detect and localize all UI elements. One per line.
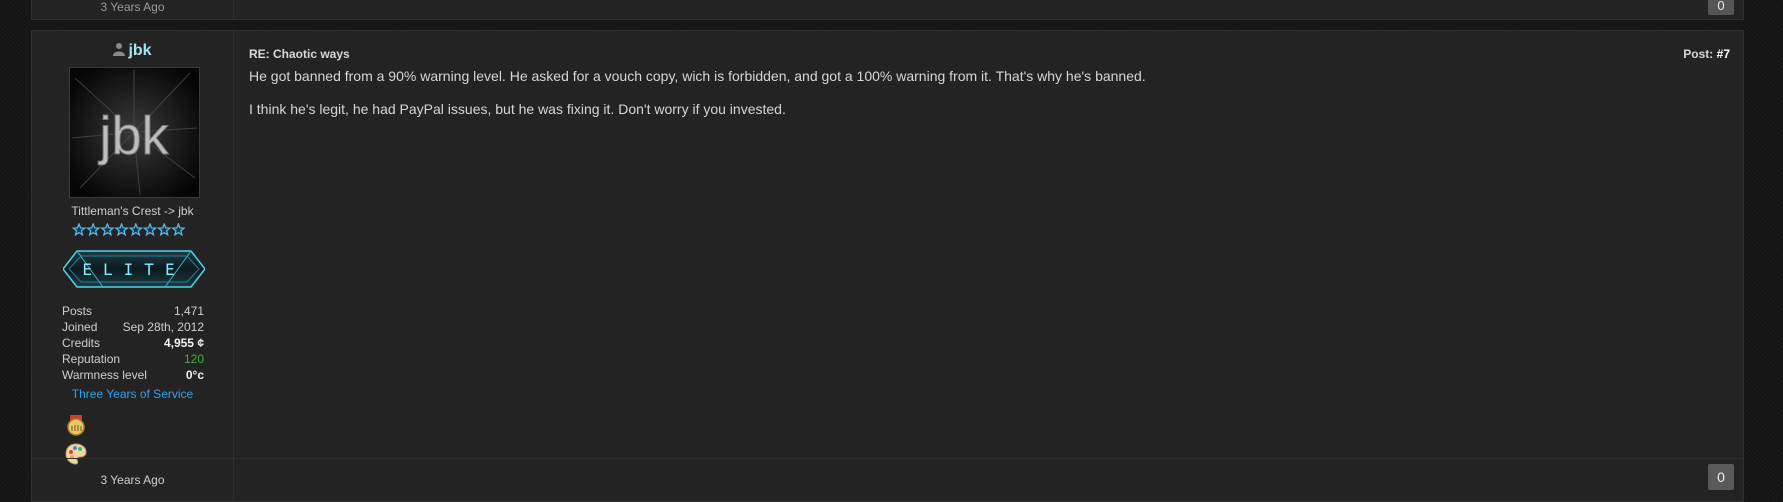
star-icon — [156, 223, 172, 237]
stat-joined: Joined Sep 28th, 2012 — [62, 320, 204, 334]
stat-posts: Posts 1,471 — [62, 304, 204, 318]
stat-credits: Credits 4,955 ¢ — [62, 336, 204, 350]
username-line[interactable]: jbk — [32, 42, 233, 60]
post-footer: 3 Years Ago 0 — [32, 458, 1743, 502]
star-icon — [114, 223, 130, 237]
previous-post-time: 3 Years Ago — [100, 0, 165, 14]
post-content: RE: Chaotic ways Post: #7 He got banned … — [234, 31, 1743, 458]
star-icon — [142, 223, 158, 237]
star-icon — [128, 223, 144, 237]
user-icon — [113, 43, 126, 56]
star-icon — [170, 223, 186, 237]
award-link[interactable]: Three Years of Service — [32, 387, 233, 401]
post-author-sidebar: jbk jbk Tittleman's Crest -> jbk ELITE P… — [32, 31, 234, 465]
star-icon — [72, 223, 87, 237]
post-time: 3 Years Ago — [100, 473, 165, 487]
badge-list — [64, 413, 124, 465]
star-icon — [99, 223, 115, 237]
post-paragraph: I think he's legit, he had PayPal issues… — [249, 101, 786, 117]
user-title: Tittleman's Crest -> jbk — [71, 204, 194, 218]
username[interactable]: jbk — [128, 42, 151, 59]
stat-warmness: Warmness level 0°c — [62, 368, 204, 382]
avatar-image: jbk — [70, 68, 199, 197]
elite-userbar: ELITE — [63, 250, 205, 288]
post-subject: RE: Chaotic ways — [249, 47, 350, 61]
star-icon — [85, 223, 101, 237]
svg-text:ELITE: ELITE — [82, 260, 185, 279]
svg-text:jbk: jbk — [97, 106, 169, 166]
previous-post-like-count[interactable]: 0 — [1708, 0, 1734, 15]
previous-post: 3 Years Ago 0 — [31, 0, 1744, 20]
forum-post: jbk jbk Tittleman's Crest -> jbk ELITE P… — [31, 30, 1744, 502]
post-paragraph: He got banned from a 90% warning level. … — [249, 68, 1146, 84]
rank-stars — [72, 223, 186, 237]
avatar[interactable]: jbk — [69, 67, 200, 198]
user-stats: Posts 1,471 Joined Sep 28th, 2012 Credit… — [62, 303, 204, 383]
like-count-button[interactable]: 0 — [1708, 464, 1734, 490]
medal-badge-icon[interactable] — [64, 413, 88, 437]
post-number-link[interactable]: #7 — [1717, 47, 1730, 61]
stat-reputation: Reputation 120 — [62, 352, 204, 366]
post-number: Post: #7 — [1683, 47, 1730, 61]
